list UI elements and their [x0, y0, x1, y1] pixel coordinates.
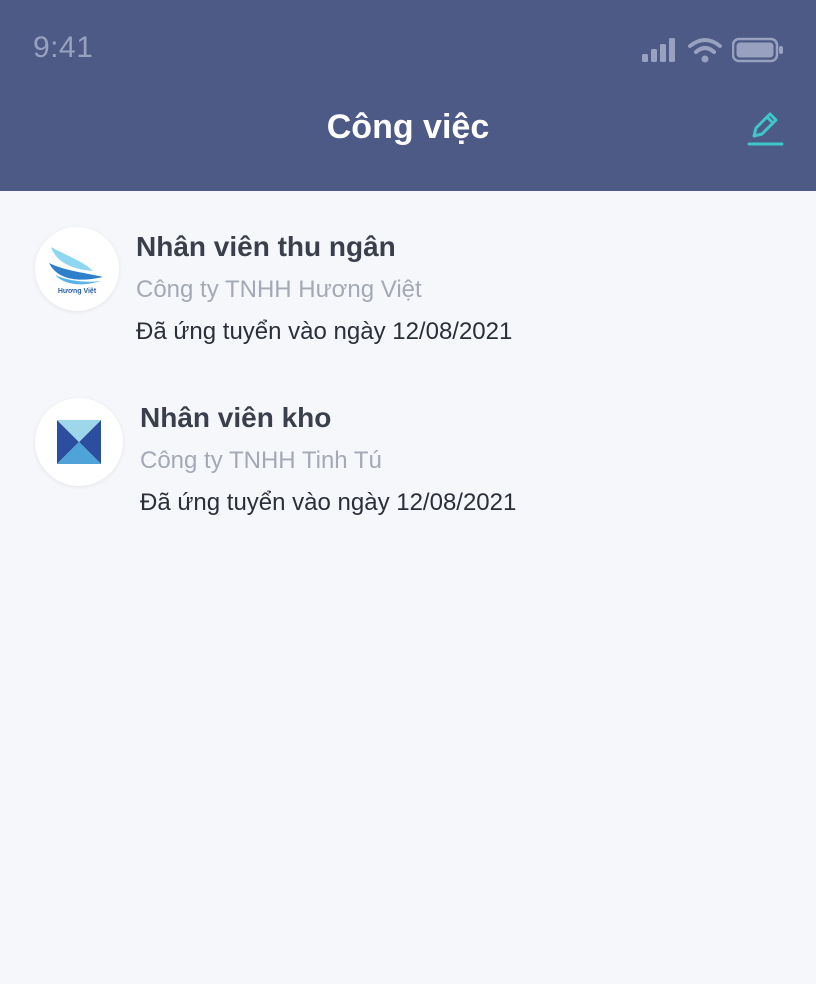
- status-bar: 9:41: [0, 0, 816, 100]
- job-list: Hương Việt Nhân viên thu ngân Công ty TN…: [0, 191, 816, 984]
- status-icons: [642, 34, 784, 66]
- job-list-item[interactable]: Nhân viên kho Công ty TNHH Tinh Tú Đã ứn…: [0, 394, 816, 544]
- battery-icon: [732, 37, 783, 63]
- job-list-item[interactable]: Hương Việt Nhân viên thu ngân Công ty TN…: [0, 223, 816, 373]
- company-logo-avatar: [35, 398, 123, 486]
- applied-date: Đã ứng tuyển vào ngày 12/08/2021: [140, 489, 517, 516]
- wifi-icon: [688, 38, 722, 63]
- applied-date: Đã ứng tuyển vào ngày 12/08/2021: [136, 318, 513, 345]
- job-title: Nhân viên kho: [140, 402, 332, 433]
- page-title: Công việc: [326, 108, 490, 146]
- cellular-signal-icon: [642, 38, 675, 62]
- app-header: 9:41 Công việc: [0, 0, 816, 191]
- huong-viet-logo-icon: Hương Việt: [49, 247, 103, 295]
- svg-text:Hương Việt: Hương Việt: [58, 288, 97, 295]
- job-title: Nhân viên thu ngân: [136, 231, 396, 262]
- company-logo-avatar: Hương Việt: [35, 227, 119, 311]
- status-time: 9:41: [33, 31, 94, 64]
- edit-button[interactable]: [744, 106, 788, 150]
- pencil-icon: [747, 112, 784, 146]
- company-name: Công ty TNHH Tinh Tú: [140, 447, 382, 474]
- company-name: Công ty TNHH Hương Việt: [136, 276, 422, 303]
- tinh-tu-logo-icon: [57, 420, 101, 464]
